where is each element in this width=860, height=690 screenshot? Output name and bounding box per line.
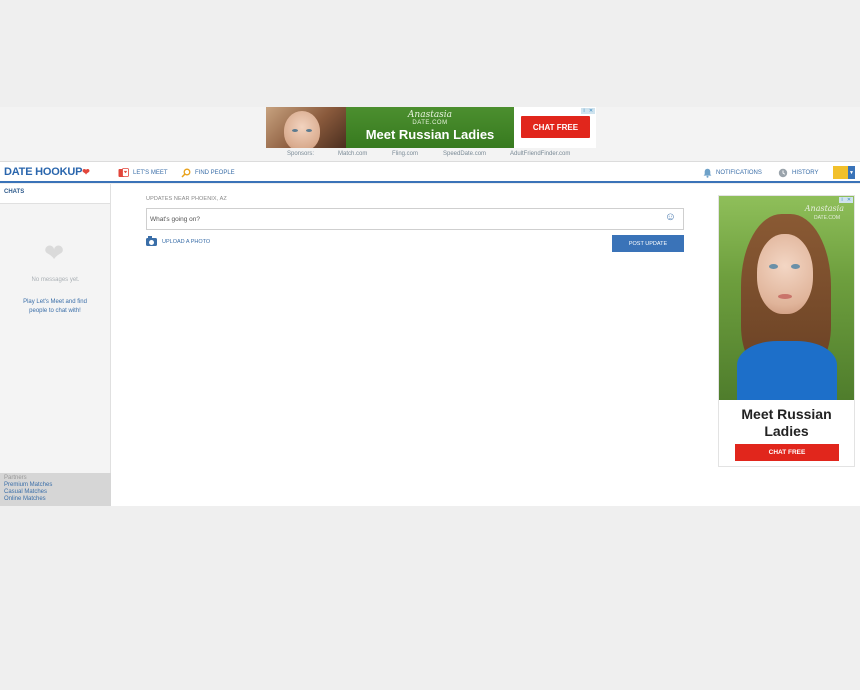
sponsors-row: Sponsors: Match.com Fling.com SpeedDate.…	[0, 150, 860, 160]
nav-history[interactable]: HISTORY	[778, 167, 818, 179]
partner-link[interactable]: Premium Matches	[4, 482, 107, 489]
nav-find-people-label: FIND PEOPLE	[195, 170, 235, 176]
status-input[interactable]	[150, 212, 650, 226]
logo-text: DATE HOOKUP	[4, 166, 83, 178]
sponsor-link[interactable]: SpeedDate.com	[443, 151, 486, 157]
heart-icon: ❤	[82, 167, 90, 177]
sidebar-ad[interactable]: Anastasia DATE.COM i ✕ Meet Russian Ladi…	[718, 195, 855, 467]
ad-headline: Meet Russian Ladies	[741, 406, 832, 439]
partners-title: Partners	[4, 475, 27, 481]
empty-heart-icon: ❤	[44, 240, 65, 267]
camera-icon	[146, 236, 157, 246]
no-messages-text: No messages yet.	[31, 277, 80, 283]
nav-notifications-label: NOTIFICATIONS	[716, 170, 762, 176]
sponsor-link[interactable]: Fling.com	[392, 151, 418, 157]
top-banner-ad[interactable]: Anastasia DATE.COM Meet Russian Ladies C…	[266, 107, 596, 148]
nav-lets-meet-label: LET'S MEET	[133, 170, 168, 176]
partner-link[interactable]: Casual Matches	[4, 489, 107, 496]
chats-sidebar: CHATS ❤ No messages yet. Play Let's Meet…	[0, 184, 111, 506]
post-update-button[interactable]: POST UPDATE	[612, 235, 684, 252]
magnifier-icon	[181, 168, 191, 178]
ad-brand: Anastasia	[407, 110, 453, 120]
user-menu[interactable]: ▼	[833, 166, 855, 179]
cards-icon	[118, 168, 129, 178]
smiley-icon[interactable]: ☺	[665, 212, 676, 223]
updates-location-label: UPDATES NEAR PHOENIX, AZ	[146, 196, 227, 202]
nav-notifications[interactable]: NOTIFICATIONS	[703, 167, 762, 179]
sponsors-label: Sponsors:	[287, 151, 315, 157]
avatar[interactable]	[833, 166, 848, 179]
sponsor-link[interactable]: AdultFriendFinder.com	[510, 151, 570, 157]
status-composer[interactable]: ☺	[146, 208, 684, 230]
main-navbar: DATE HOOKUP❤ LET'S MEET FIND PEOPLE NOTI…	[0, 161, 860, 183]
ad-model-photo	[266, 107, 346, 148]
nav-find-people[interactable]: FIND PEOPLE	[181, 167, 235, 179]
clock-icon	[778, 168, 788, 178]
sponsor-link[interactable]: Match.com	[338, 151, 367, 157]
top-ad-area: Anastasia DATE.COM Meet Russian Ladies C…	[0, 107, 860, 161]
ad-headline-panel: Anastasia DATE.COM Meet Russian Ladies	[346, 107, 514, 148]
caret-down-icon[interactable]: ▼	[848, 166, 855, 179]
ad-close-icon[interactable]: ✕	[587, 108, 595, 114]
ad-headline: Meet Russian Ladies	[365, 127, 495, 142]
chat-hint-link[interactable]: Play Let's Meet and find people to chat …	[22, 298, 88, 316]
ad-brand-sub: DATE.COM	[813, 215, 840, 221]
chats-header[interactable]: CHATS	[0, 184, 110, 204]
ad-chat-free-button[interactable]: CHAT FREE	[735, 444, 839, 461]
upload-photo-button[interactable]: UPLOAD A PHOTO	[146, 236, 211, 246]
ad-brand-sub: DATE.COM	[412, 120, 448, 126]
ad-brand: Anastasia	[804, 204, 844, 213]
upload-photo-label: UPLOAD A PHOTO	[162, 239, 211, 245]
bell-icon	[703, 168, 712, 178]
partner-link[interactable]: Online Matches	[4, 496, 107, 503]
ad-close-icon[interactable]: ✕	[845, 197, 853, 203]
partners-box: Partners Premium Matches Casual Matches …	[0, 473, 111, 506]
ad-chat-free-button[interactable]: CHAT FREE	[521, 116, 590, 138]
site-logo[interactable]: DATE HOOKUP❤	[4, 166, 90, 178]
main-content: CHATS ❤ No messages yet. Play Let's Meet…	[0, 184, 860, 506]
nav-lets-meet[interactable]: LET'S MEET	[118, 167, 168, 179]
ad-model-photo: Anastasia DATE.COM	[719, 196, 854, 400]
nav-history-label: HISTORY	[792, 170, 819, 176]
